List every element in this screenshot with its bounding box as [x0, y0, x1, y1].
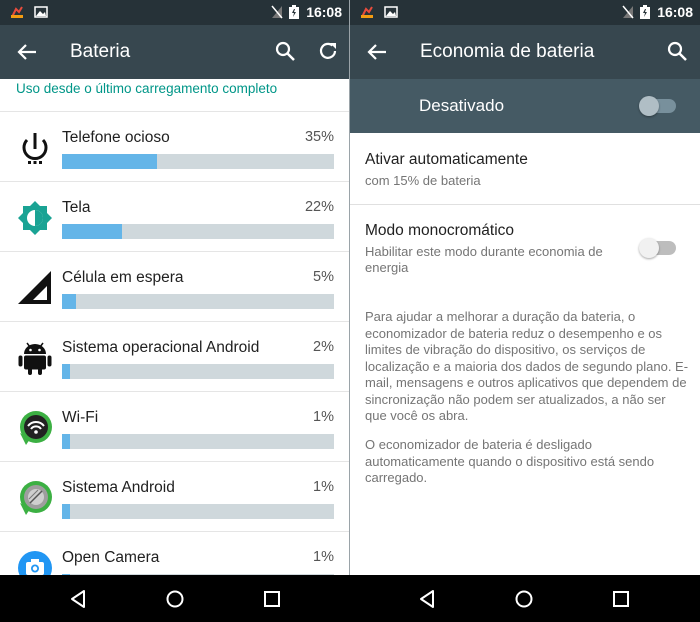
usage-percent: 1%: [313, 479, 334, 495]
page-title: Economia de bateria: [420, 41, 595, 62]
usage-bar: [62, 434, 334, 449]
auto-enable-title: Ativar automaticamente: [365, 151, 528, 168]
battery-usage-item[interactable]: Célula em espera 5%: [0, 251, 349, 322]
usage-bar: [62, 294, 334, 309]
back-nav-icon[interactable]: [68, 589, 88, 609]
refresh-icon[interactable]: [317, 40, 339, 62]
home-nav-icon[interactable]: [514, 589, 534, 609]
battery-usage-item[interactable]: Wi-Fi 1%: [0, 391, 349, 462]
usage-percent: 1%: [313, 409, 334, 425]
brightness-icon: [16, 199, 54, 237]
battery-usage-item[interactable]: Telefone ocioso 35%: [0, 111, 349, 182]
android-system-icon: [16, 479, 54, 517]
switch-knob: [639, 238, 659, 258]
divider: [350, 204, 700, 205]
cleaner-notification-icon: [361, 6, 373, 18]
recents-nav-icon[interactable]: [611, 589, 631, 609]
auto-enable-summary: com 15% de bateria: [365, 173, 481, 188]
clock: 16:08: [306, 4, 342, 20]
android-icon: [16, 339, 54, 377]
app-name: Sistema Android: [62, 479, 175, 496]
usage-bar: [62, 504, 334, 519]
battery-saver-note: O economizador de bateria é desligado au…: [365, 437, 655, 485]
image-notification-icon: [34, 6, 48, 18]
monochrome-mode-setting[interactable]: Modo monocromático Habilitar este modo d…: [365, 222, 635, 276]
usage-subheader: Uso desde o último carregamento completo: [16, 81, 278, 96]
navigation-bar: [0, 575, 700, 622]
usage-bar-fill: [62, 504, 70, 519]
battery-usage-item[interactable]: Sistema Android 1%: [0, 461, 349, 532]
app-bar: Bateria: [0, 25, 349, 79]
wifi-icon: [16, 409, 54, 447]
usage-percent: 2%: [313, 339, 334, 355]
battery-saver-description: Para ajudar a melhorar a duração da bate…: [365, 309, 689, 423]
usage-percent: 35%: [304, 129, 334, 145]
no-signal-icon: [622, 5, 634, 19]
app-bar: Economia de bateria: [350, 25, 700, 79]
battery-status-icon: [289, 5, 299, 19]
monochrome-title: Modo monocromático: [365, 222, 515, 239]
app-name: Célula em espera: [62, 269, 184, 286]
image-notification-icon: [384, 6, 398, 18]
usage-bar: [62, 364, 334, 379]
battery-usage-item[interactable]: Tela 22%: [0, 181, 349, 252]
back-arrow-icon[interactable]: [366, 41, 388, 63]
back-arrow-icon[interactable]: [16, 41, 38, 63]
app-name: Tela: [62, 199, 91, 216]
search-icon[interactable]: [666, 40, 688, 62]
battery-usage-item[interactable]: Sistema operacional Android 2%: [0, 321, 349, 392]
battery-status-icon: [640, 5, 650, 19]
monochrome-summary: Habilitar este modo durante economia de …: [365, 244, 603, 275]
usage-bar-fill: [62, 434, 70, 449]
usage-bar-fill: [62, 294, 76, 309]
usage-percent: 1%: [313, 549, 334, 565]
cleaner-notification-icon: [11, 6, 23, 18]
status-bar: 16:08: [350, 0, 700, 25]
usage-percent: 22%: [304, 199, 334, 215]
master-toggle-label: Desativado: [419, 96, 505, 115]
clock: 16:08: [657, 4, 693, 20]
usage-bar: [62, 154, 334, 169]
no-signal-icon: [271, 5, 283, 19]
auto-enable-setting[interactable]: Ativar automaticamente com 15% de bateri…: [365, 151, 528, 189]
app-name: Telefone ocioso: [62, 129, 170, 146]
back-nav-icon[interactable]: [417, 589, 437, 609]
battery-saver-master-toggle[interactable]: Desativado: [350, 79, 700, 133]
page-title: Bateria: [70, 41, 131, 62]
master-switch[interactable]: [639, 96, 676, 116]
usage-bar: [62, 224, 334, 239]
usage-percent: 5%: [313, 269, 334, 285]
usage-bar-fill: [62, 224, 122, 239]
usage-bar-fill: [62, 154, 158, 169]
recents-nav-icon[interactable]: [262, 589, 282, 609]
cell-signal-icon: [16, 269, 54, 307]
app-name: Open Camera: [62, 549, 160, 566]
status-bar: 16:08: [0, 0, 349, 25]
camera-icon: [16, 549, 54, 575]
usage-bar-fill: [62, 364, 70, 379]
battery-screen: 16:08 Bateria Uso desde o último carrega…: [0, 0, 349, 575]
switch-knob: [639, 96, 659, 116]
home-nav-icon[interactable]: [165, 589, 185, 609]
app-name: Wi-Fi: [62, 409, 99, 426]
search-icon[interactable]: [274, 40, 296, 62]
monochrome-switch[interactable]: [639, 238, 676, 258]
battery-usage-item[interactable]: Open Camera 1%: [0, 531, 349, 575]
battery-saver-screen: 16:08 Economia de bateria Desativado Ati…: [350, 0, 700, 575]
app-name: Sistema operacional Android: [62, 339, 260, 356]
power-icon: [16, 129, 54, 167]
